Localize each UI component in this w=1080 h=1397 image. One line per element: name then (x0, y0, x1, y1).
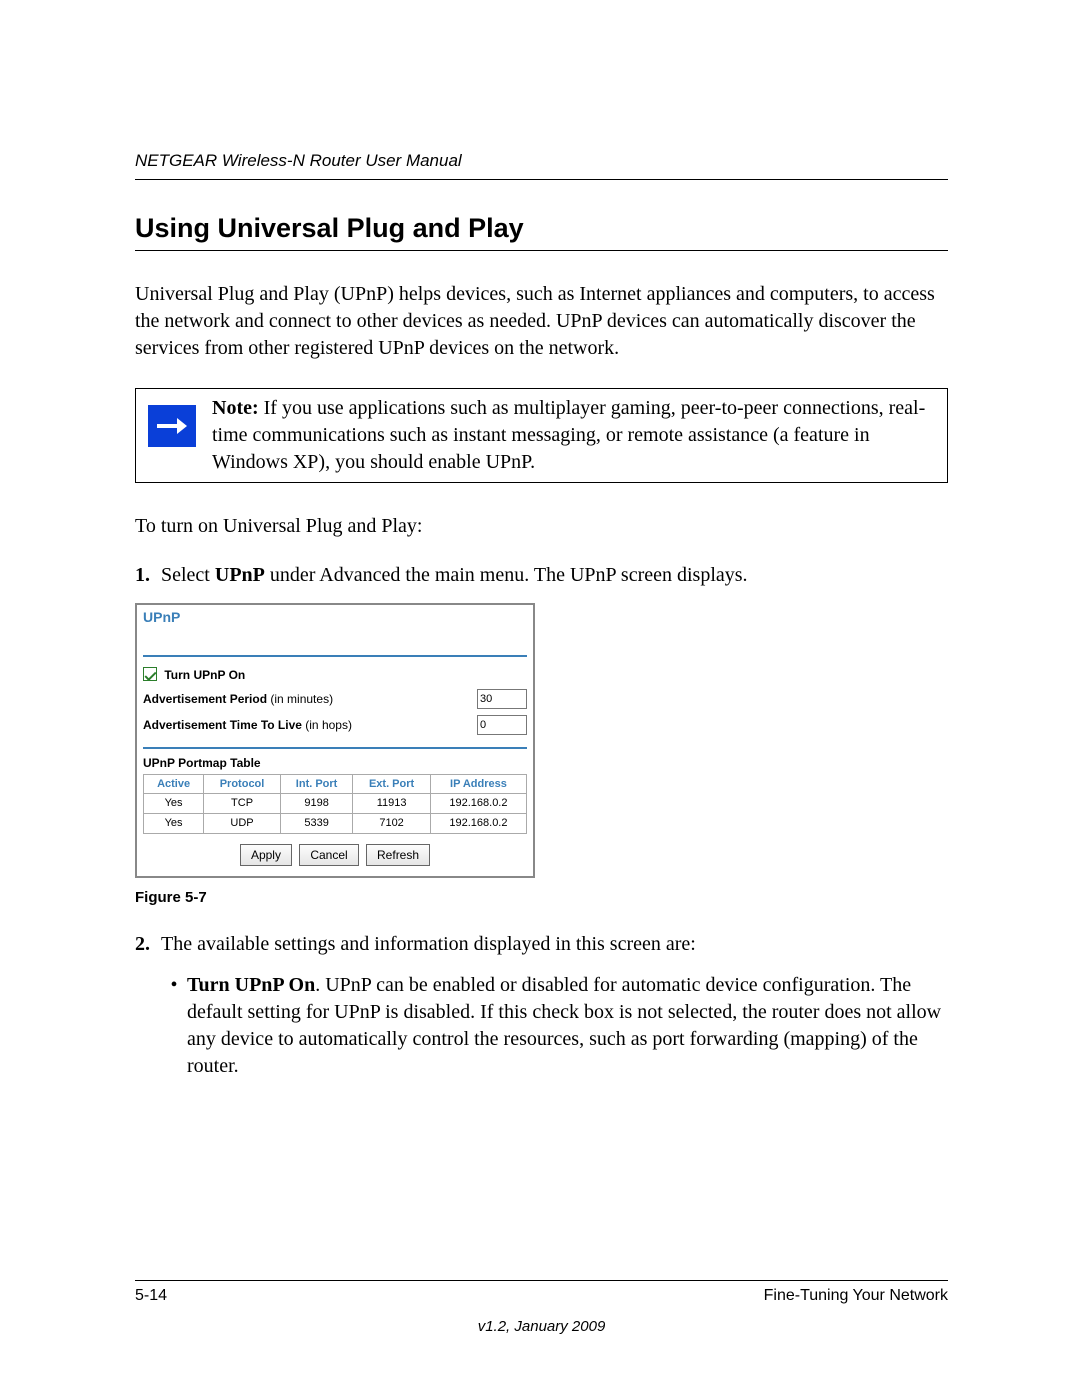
step-2-text: The available settings and information d… (161, 933, 696, 955)
th-active: Active (144, 774, 204, 794)
adv-period-label-bold: Advertisement Period (143, 692, 267, 706)
th-protocol: Protocol (204, 774, 281, 794)
cell-intport: 9198 (280, 794, 352, 814)
cell-active: Yes (144, 814, 204, 834)
upnp-panel-title: UPnP (143, 608, 527, 657)
figure-5-7: UPnP Turn UPnP On Advertisement Period (… (135, 603, 948, 908)
cell-intport: 5339 (280, 814, 352, 834)
th-ip: IP Address (430, 774, 526, 794)
step-1-body: Select UPnP under Advanced the main menu… (161, 562, 948, 589)
cell-extport: 11913 (353, 794, 431, 814)
adv-period-row: Advertisement Period (in minutes) 30 (143, 689, 527, 709)
turn-upnp-on-row: Turn UPnP On (143, 667, 527, 683)
arrow-right-icon (148, 405, 196, 447)
cell-ip: 192.168.0.2 (430, 814, 526, 834)
th-int-port: Int. Port (280, 774, 352, 794)
section-title: Using Universal Plug and Play (135, 210, 948, 251)
step-1: 1. Select UPnP under Advanced the main m… (135, 562, 948, 589)
cell-ip: 192.168.0.2 (430, 794, 526, 814)
bullet-turn-upnp-on: • Turn UPnP On. UPnP can be enabled or d… (161, 972, 948, 1080)
note-label: Note: (212, 397, 259, 419)
footer-page-number: 5-14 (135, 1285, 167, 1307)
bullet-dot-icon: • (161, 972, 187, 1080)
turn-upnp-on-text: Turn UPnP On (164, 668, 245, 682)
cell-protocol: UDP (204, 814, 281, 834)
note-text: Note: If you use applications such as mu… (212, 395, 939, 476)
bullet-body: Turn UPnP On. UPnP can be enabled or dis… (187, 972, 948, 1080)
adv-period-input[interactable]: 30 (477, 689, 527, 709)
upnp-panel: UPnP Turn UPnP On Advertisement Period (… (135, 603, 535, 878)
adv-ttl-input[interactable]: 0 (477, 715, 527, 735)
th-ext-port: Ext. Port (353, 774, 431, 794)
cell-extport: 7102 (353, 814, 431, 834)
turn-upnp-on-checkbox[interactable] (143, 667, 157, 681)
adv-ttl-row: Advertisement Time To Live (in hops) 0 (143, 715, 527, 735)
adv-period-hint: (in minutes) (267, 692, 333, 706)
apply-button[interactable]: Apply (240, 844, 292, 866)
steps-lead-in: To turn on Universal Plug and Play: (135, 513, 948, 540)
note-body: If you use applications such as multipla… (212, 397, 925, 473)
panel-button-row: Apply Cancel Refresh (143, 844, 527, 866)
step-2-number: 2. (135, 931, 161, 1080)
step-1-number: 1. (135, 562, 161, 589)
turn-upnp-on-label: Turn UPnP On (143, 667, 527, 683)
step-1-bold: UPnP (215, 564, 265, 586)
step-1-pre: Select (161, 564, 215, 586)
step-2: 2. The available settings and informatio… (135, 931, 948, 1080)
running-header: NETGEAR Wireless-N Router User Manual (135, 150, 948, 180)
table-row: Yes TCP 9198 11913 192.168.0.2 (144, 794, 527, 814)
adv-ttl-label: Advertisement Time To Live (in hops) (143, 717, 477, 733)
footer-chapter: Fine-Tuning Your Network (764, 1285, 948, 1307)
adv-period-label: Advertisement Period (in minutes) (143, 691, 477, 707)
cancel-button[interactable]: Cancel (299, 844, 358, 866)
portmap-table: Active Protocol Int. Port Ext. Port IP A… (143, 774, 527, 835)
portmap-table-title: UPnP Portmap Table (143, 755, 527, 771)
bullet-bold: Turn UPnP On (187, 974, 315, 996)
adv-ttl-hint: (in hops) (302, 718, 352, 732)
step-2-body: The available settings and information d… (161, 931, 948, 1080)
cell-active: Yes (144, 794, 204, 814)
panel-separator (143, 747, 527, 749)
figure-caption: Figure 5-7 (135, 888, 948, 908)
adv-ttl-label-bold: Advertisement Time To Live (143, 718, 302, 732)
refresh-button[interactable]: Refresh (366, 844, 430, 866)
page-footer: 5-14 Fine-Tuning Your Network v1.2, Janu… (135, 1280, 948, 1337)
note-box: Note: If you use applications such as mu… (135, 388, 948, 483)
cell-protocol: TCP (204, 794, 281, 814)
table-row: Yes UDP 5339 7102 192.168.0.2 (144, 814, 527, 834)
intro-paragraph: Universal Plug and Play (UPnP) helps dev… (135, 281, 948, 362)
step-1-post: under Advanced the main menu. The UPnP s… (265, 564, 748, 586)
footer-version: v1.2, January 2009 (135, 1317, 948, 1337)
